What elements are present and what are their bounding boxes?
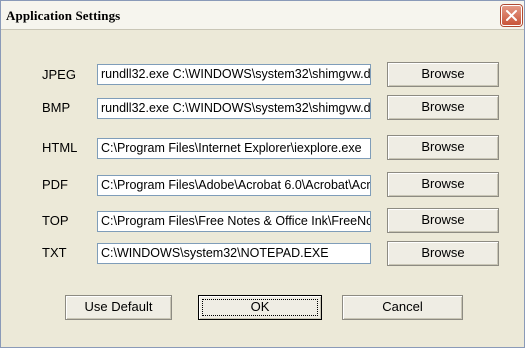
jpeg-browse-button[interactable]: Browse — [387, 62, 499, 87]
use-default-button[interactable]: Use Default — [65, 295, 172, 320]
top-browse-button[interactable]: Browse — [387, 208, 499, 233]
top-path-field[interactable]: C:\Program Files\Free Notes & Office Ink… — [97, 211, 371, 232]
pdf-path-field[interactable]: C:\Program Files\Adobe\Acrobat 6.0\Acrob… — [97, 175, 371, 196]
pdf-browse-button[interactable]: Browse — [387, 172, 499, 197]
dialog-title: Application Settings — [6, 8, 121, 23]
txt-path-field[interactable]: C:\WINDOWS\system32\NOTEPAD.EXE — [97, 243, 371, 264]
jpeg-label: JPEG — [42, 67, 76, 82]
ok-button-label: OK — [250, 299, 270, 314]
bmp-path-field[interactable]: rundll32.exe C:\WINDOWS\system32\shimgvw… — [97, 98, 371, 119]
txt-label: TXT — [42, 245, 67, 260]
html-path-field[interactable]: C:\Program Files\Internet Explorer\iexpl… — [97, 138, 371, 159]
close-icon — [506, 10, 517, 21]
cancel-button[interactable]: Cancel — [342, 295, 463, 320]
application-settings-dialog: Application Settings JPEG rundll32.exe C… — [0, 0, 525, 348]
bmp-browse-button[interactable]: Browse — [387, 95, 499, 120]
txt-browse-button[interactable]: Browse — [387, 241, 499, 266]
top-label: TOP — [42, 213, 69, 228]
close-button[interactable] — [501, 5, 522, 26]
title-bar[interactable]: Application Settings — [1, 1, 524, 30]
html-browse-button[interactable]: Browse — [387, 135, 499, 160]
ok-button[interactable]: OK — [198, 295, 322, 320]
pdf-label: PDF — [42, 177, 68, 192]
html-label: HTML — [42, 140, 78, 155]
jpeg-path-field[interactable]: rundll32.exe C:\WINDOWS\system32\shimgvw… — [97, 64, 371, 85]
bmp-label: BMP — [42, 100, 71, 115]
